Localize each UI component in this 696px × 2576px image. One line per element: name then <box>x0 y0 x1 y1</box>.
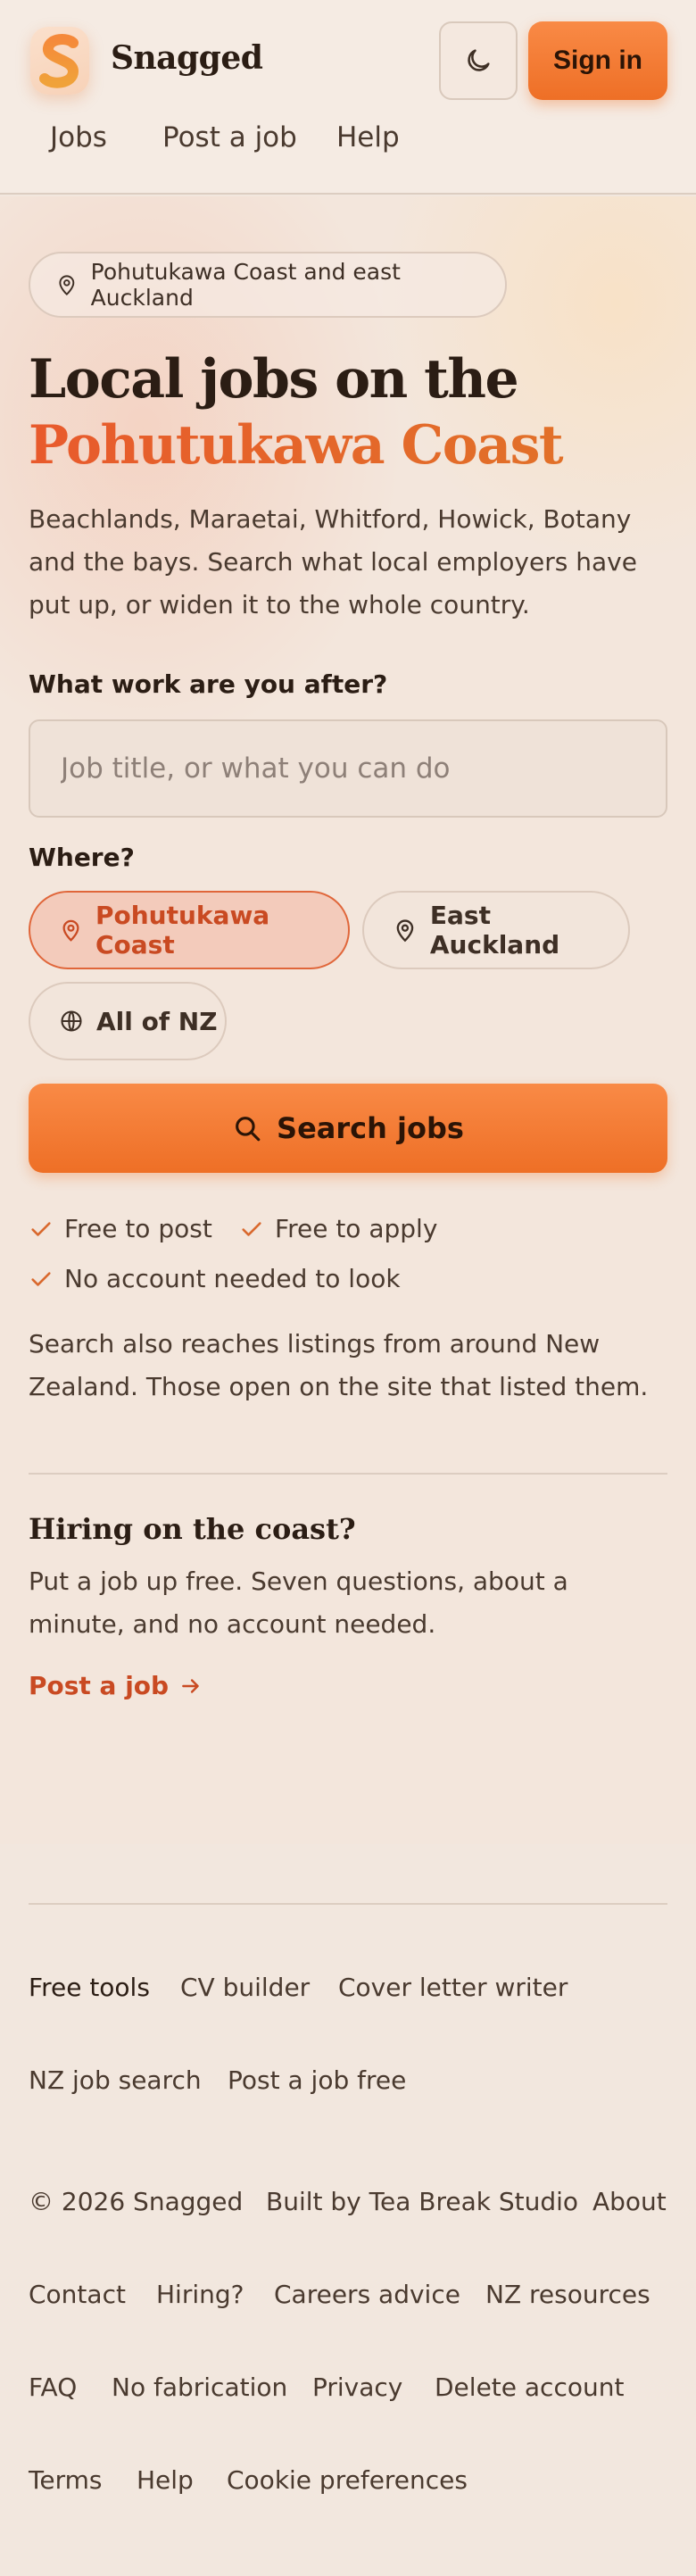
search-icon <box>236 1117 261 1142</box>
post-a-job-label: Post a job <box>29 1671 170 1700</box>
footer-link-built-by[interactable]: Built by Tea Break Studio <box>266 2187 578 2216</box>
hiring-text: Put a job up free. Seven questions, abou… <box>29 1566 568 1639</box>
theme-toggle-button[interactable] <box>439 21 518 100</box>
location-chip-all-of-nz[interactable]: All of NZ <box>29 982 227 1060</box>
footer-link-cookie-preferences[interactable]: Cookie preferences <box>227 2465 468 2495</box>
footer-link-help[interactable]: Help <box>137 2465 194 2495</box>
page: Snagged Sign in Jobs Post a job Help Poh… <box>0 0 696 2576</box>
page-title-line1: Local jobs on the <box>29 348 519 411</box>
hero-intro: Beachlands, Maraetai, Whitford, Howick, … <box>29 504 637 619</box>
footer-link-nz-resources[interactable]: NZ resources <box>485 2280 650 2309</box>
post-a-job-link[interactable]: Post a job <box>29 1671 203 1700</box>
footer-link-contact[interactable]: Contact <box>29 2280 126 2309</box>
divider <box>29 1473 667 1475</box>
check-icon <box>31 1221 51 1236</box>
brand-name[interactable]: Snagged <box>111 39 263 77</box>
footer-link-no-fabrication[interactable]: No fabrication <box>112 2372 287 2402</box>
footer-link-faq[interactable]: FAQ <box>29 2372 77 2402</box>
check-free-to-post: Free to post <box>29 1214 212 1243</box>
location-chip-east-auckland[interactable]: East Auckland <box>362 891 630 969</box>
check-label: No account needed to look <box>64 1264 401 1293</box>
map-pin-icon <box>59 275 75 296</box>
nav-jobs[interactable]: Jobs <box>50 121 107 154</box>
where-label: Where? <box>29 843 135 872</box>
footer-divider <box>29 1903 667 1905</box>
hero-section: Pohutukawa Coast and east Auckland Local… <box>0 196 696 1844</box>
location-chip-label: Pohutukawa Coast <box>95 901 270 960</box>
check-no-account: No account needed to look <box>29 1264 401 1293</box>
free-tools-heading: Free tools <box>29 1973 150 2002</box>
site-header: Snagged Sign in Jobs Post a job Help <box>0 0 696 195</box>
footer-link-cover-letter[interactable]: Cover letter writer <box>338 1973 568 2002</box>
hiring-title: Hiring on the coast? <box>29 1512 356 1546</box>
check-free-to-apply: Free to apply <box>239 1214 437 1243</box>
map-pin-icon <box>396 919 414 943</box>
location-chip-pohutukawa-coast[interactable]: Pohutukawa Coast <box>29 891 350 969</box>
sign-in-button[interactable]: Sign in <box>528 21 667 100</box>
page-title: Local jobs on the Pohutukawa Coast <box>29 346 671 478</box>
check-label: Free to post <box>64 1214 212 1243</box>
footer-link-about[interactable]: About <box>592 2187 667 2216</box>
main-nav: Jobs Post a job Help <box>0 114 696 164</box>
arrow-right-icon <box>182 1678 199 1693</box>
what-label: What work are you after? <box>29 669 388 699</box>
search-note: Search also reaches listings from around… <box>29 1329 649 1401</box>
check-icon <box>31 1271 51 1286</box>
footer-link-careers-advice[interactable]: Careers advice <box>274 2280 460 2309</box>
search-jobs-label: Search jobs <box>277 1111 464 1145</box>
location-pill-label: Pohutukawa Coast and east Auckland <box>90 259 401 311</box>
page-title-accent: Pohutukawa Coast <box>29 412 671 478</box>
footer-link-terms[interactable]: Terms <box>29 2465 102 2495</box>
footer-link-delete-account[interactable]: Delete account <box>435 2372 624 2402</box>
map-pin-icon <box>62 919 79 942</box>
nav-post-a-job[interactable]: Post a job <box>162 121 297 154</box>
search-jobs-button[interactable]: Search jobs <box>29 1084 667 1173</box>
check-label: Free to apply <box>275 1214 438 1243</box>
check-icon <box>242 1221 261 1236</box>
footer-link-nz-job-search[interactable]: NZ job search <box>29 2065 202 2095</box>
location-chip-label: All of NZ <box>96 1006 218 1036</box>
logo-icon[interactable] <box>30 27 89 95</box>
nav-help[interactable]: Help <box>336 121 400 154</box>
moon-icon <box>468 49 490 71</box>
footer-link-privacy[interactable]: Privacy <box>312 2372 402 2402</box>
location-pill: Pohutukawa Coast and east Auckland <box>29 252 507 318</box>
location-chip-label: East Auckland <box>429 901 560 960</box>
footer-link-hiring[interactable]: Hiring? <box>156 2280 244 2309</box>
footer-link-post-job-free[interactable]: Post a job free <box>228 2065 406 2095</box>
footer-link-cv-builder[interactable]: CV builder <box>180 1973 310 2002</box>
copyright: © 2026 Snagged <box>29 2187 244 2216</box>
globe-icon <box>61 1010 82 1032</box>
job-search-input[interactable] <box>29 719 667 818</box>
